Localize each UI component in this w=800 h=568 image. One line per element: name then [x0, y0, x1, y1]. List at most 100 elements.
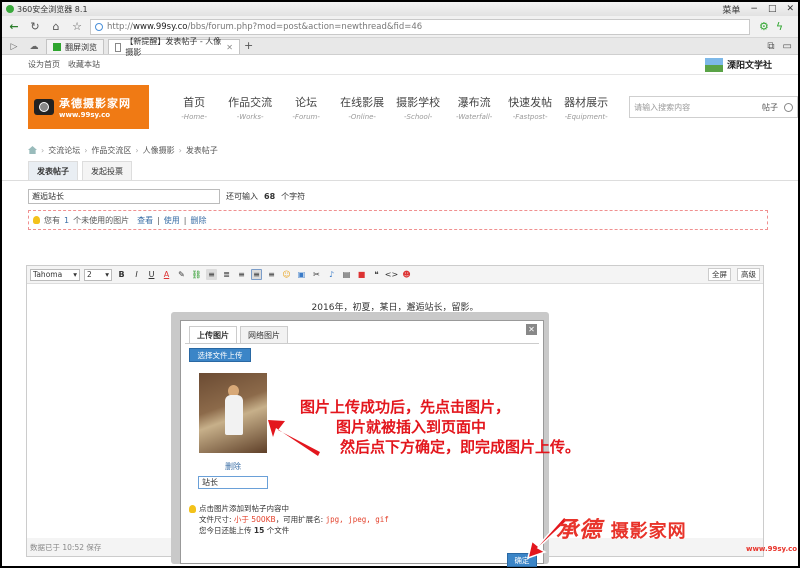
delete-photo-link[interactable]: 删除: [225, 461, 241, 472]
confirm-button[interactable]: 确定: [507, 553, 537, 567]
notice-count: 1: [64, 215, 70, 225]
fullscreen-button[interactable]: 全屏: [708, 268, 731, 281]
breadcrumb-separator: ›: [178, 145, 182, 155]
chevron-down-icon: ▾: [73, 270, 77, 279]
title-bar: 360安全浏览器 8.1 菜单 − □ ✕: [2, 2, 798, 16]
subject-hint-pre: 还可输入: [226, 192, 258, 201]
breadcrumb: › 交流论坛 › 作品交流区 › 人像摄影 › 发表帖子: [2, 141, 798, 159]
flash-media-icon[interactable]: ■: [356, 269, 367, 280]
refresh-icon[interactable]: ↻: [27, 19, 43, 35]
uploaded-photo-thumbnail[interactable]: [199, 373, 267, 453]
restore-tab-icon[interactable]: ⧉: [767, 41, 774, 52]
font-size-select[interactable]: 2 ▾: [84, 268, 112, 281]
tab-new-poll[interactable]: 发起投票: [82, 161, 132, 180]
music-icon[interactable]: ♪: [326, 269, 337, 280]
search-icon[interactable]: [784, 102, 793, 112]
quote-icon[interactable]: ❝: [371, 269, 382, 280]
tab-scroll-browse[interactable]: 翻屏浏览: [46, 39, 104, 54]
lightbulb-icon: [189, 504, 196, 513]
attachment-icon[interactable]: ✂: [311, 269, 322, 280]
annotation-line-2: 图片就被插入到页面中: [336, 418, 487, 436]
search-scope-select[interactable]: 帖子: [762, 102, 778, 113]
close-icon[interactable]: ✕: [526, 324, 537, 335]
home-icon[interactable]: ⌂: [48, 19, 64, 35]
close-window-icon[interactable]: ✕: [786, 4, 794, 14]
set-homepage-link[interactable]: 设为首页: [28, 59, 60, 70]
nav-home[interactable]: 首页 -Home-: [169, 94, 219, 121]
url-host: www.99sy.co: [133, 21, 188, 32]
align-left-2-icon[interactable]: ≡: [236, 269, 247, 280]
breadcrumb-item: 发表帖子: [185, 145, 218, 155]
tab-new-post[interactable]: 【新提醒】发表帖子 - 人像摄影 ✕: [108, 37, 240, 57]
user-icon[interactable]: ☻: [401, 269, 412, 280]
browser-title: 360安全浏览器 8.1: [17, 4, 88, 14]
tab-list-icon[interactable]: ▭: [783, 41, 792, 52]
underline-icon[interactable]: U: [146, 269, 157, 280]
tip-count: 15: [253, 526, 265, 535]
nav-waterfall[interactable]: 瀑布流 -Waterfall-: [449, 94, 499, 121]
advanced-button[interactable]: 高级: [737, 268, 760, 281]
url-path: /bbs/forum.php?mod=post&action=newthread…: [187, 21, 423, 32]
choose-file-button[interactable]: 选择文件上传: [189, 348, 251, 362]
nav-works[interactable]: 作品交流 -Works-: [225, 94, 275, 121]
url-field[interactable]: http:// www.99sy.co /bbs/forum.php?mod=p…: [90, 18, 750, 35]
minimize-icon[interactable]: −: [750, 4, 758, 14]
cloud-icon[interactable]: ☁: [26, 39, 42, 54]
maximize-icon[interactable]: □: [768, 4, 777, 14]
menu-label[interactable]: 菜单: [722, 3, 740, 16]
watermark-url: www.99sy.co: [746, 545, 798, 553]
code-icon[interactable]: <>: [385, 269, 398, 280]
video-icon[interactable]: ▤: [341, 269, 352, 280]
bookmark-site-link[interactable]: 收藏本站: [68, 59, 100, 70]
partner-brand[interactable]: 溧阳文学社: [704, 57, 772, 72]
nav-school[interactable]: 摄影学校 -School-: [393, 94, 443, 121]
breadcrumb-item[interactable]: 作品交流区: [91, 145, 131, 156]
breadcrumb-separator: ›: [135, 145, 139, 155]
caption-input[interactable]: 站长: [198, 476, 268, 489]
font-family-select[interactable]: Tahoma ▾: [30, 268, 80, 281]
link-icon[interactable]: ⛓: [191, 269, 202, 280]
sidebar-toggle-icon[interactable]: ▷: [6, 39, 22, 54]
font-color-icon[interactable]: A: [161, 269, 172, 280]
align-left-icon[interactable]: ≣: [221, 269, 232, 280]
subject-input[interactable]: 邂逅站长: [28, 189, 220, 204]
nav-forum[interactable]: 论坛 -Forum-: [281, 94, 331, 121]
nav-fastpost[interactable]: 快速发帖 -Fastpost-: [505, 94, 555, 121]
site-logo[interactable]: 承德摄影家网 www.99sy.co: [28, 85, 150, 129]
security-icon[interactable]: ⚙: [759, 20, 769, 33]
nav-online[interactable]: 在线影展 -Online-: [337, 94, 387, 121]
nav-equipment[interactable]: 器材展示 -Equipment-: [561, 94, 611, 121]
bold-icon[interactable]: B: [116, 269, 127, 280]
star-icon[interactable]: ☆: [69, 19, 85, 35]
chevron-down-icon: ▾: [105, 270, 109, 279]
home-icon[interactable]: [28, 146, 37, 154]
tab-upload-image[interactable]: 上传图片: [189, 326, 237, 343]
emoji-icon[interactable]: ☺: [281, 269, 292, 280]
highlight-icon[interactable]: ✎: [176, 269, 187, 280]
image-icon[interactable]: ▣: [296, 269, 307, 280]
search-box[interactable]: 请输入搜索内容 帖子: [629, 96, 798, 118]
back-arrow-icon[interactable]: ←: [6, 19, 22, 35]
post-type-tabs: 发表帖子 发起投票: [2, 161, 798, 181]
use-images-link[interactable]: 使用: [164, 215, 180, 226]
address-bar: ← ↻ ⌂ ☆ http:// www.99sy.co /bbs/forum.p…: [2, 16, 798, 38]
italic-icon[interactable]: I: [131, 269, 142, 280]
flash-icon[interactable]: ϟ: [776, 20, 783, 33]
breadcrumb-item[interactable]: 交流论坛: [48, 145, 80, 156]
tab-new-post-form[interactable]: 发表帖子: [28, 161, 78, 180]
clear-format-icon[interactable]: ≡: [206, 269, 217, 280]
view-images-link[interactable]: 查看: [137, 215, 153, 226]
align-center-icon[interactable]: ≡: [251, 269, 262, 280]
delete-images-link[interactable]: 删除: [191, 215, 207, 226]
search-input[interactable]: 请输入搜索内容: [634, 102, 690, 113]
tab-close-icon[interactable]: ✕: [226, 43, 233, 52]
editor-toolbar: Tahoma ▾ 2 ▾ B I U A ✎ ⛓ ≡ ≣ ≡ ≡ ≡ ☺ ▣ ✂ ♪…: [27, 266, 763, 284]
tab-label: 【新提醒】发表帖子 - 人像摄影: [125, 37, 222, 57]
breadcrumb-item[interactable]: 人像摄影: [143, 145, 175, 156]
new-tab-icon[interactable]: +: [244, 39, 253, 54]
tab-web-image[interactable]: 网络图片: [240, 326, 288, 343]
tip-count-pre: 您今日还能上传: [199, 526, 252, 535]
nav-label: 瀑布流: [457, 95, 491, 109]
tip-count-post: 个文件: [266, 526, 290, 535]
align-right-icon[interactable]: ≡: [266, 269, 277, 280]
